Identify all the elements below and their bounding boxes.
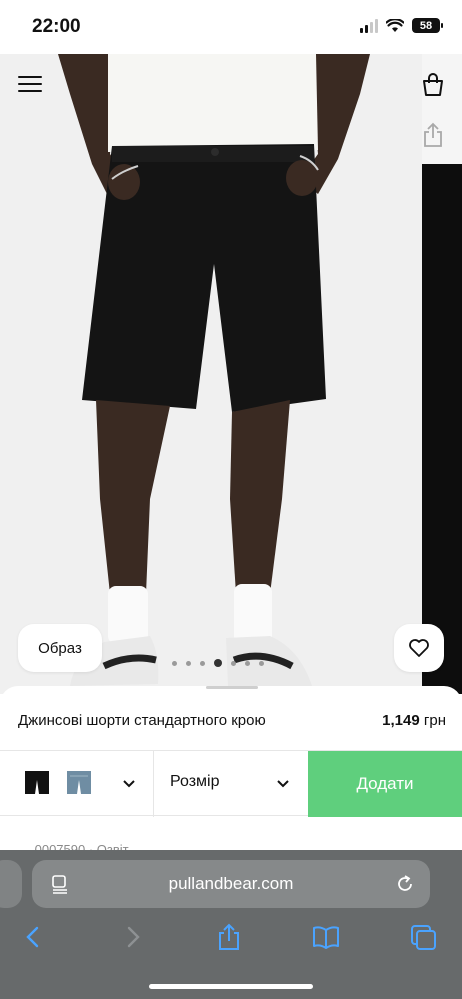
hamburger-menu-icon[interactable] [18, 74, 44, 94]
chevron-down-icon[interactable] [121, 775, 137, 791]
pagination-dot[interactable] [214, 659, 222, 667]
status-icons: 58 [360, 18, 443, 33]
product-price: 1,149 грн [382, 712, 446, 729]
product-name: Джинсові шорти стандартного крою [18, 712, 266, 729]
color-selector[interactable] [0, 751, 154, 817]
next-image-preview[interactable] [422, 54, 462, 694]
pagination-dot[interactable] [245, 660, 250, 666]
battery-level: 58 [419, 19, 433, 32]
battery-icon: 58 [412, 18, 443, 33]
price-value: 1,149 [382, 712, 420, 729]
heart-icon [409, 639, 429, 657]
forward-icon[interactable] [118, 922, 148, 952]
size-label: Розмір [170, 773, 220, 790]
previous-tab-preview[interactable] [0, 860, 22, 908]
color-swatch-black[interactable] [22, 768, 52, 798]
color-swatch-blue[interactable] [64, 768, 94, 798]
pagination-dot[interactable] [186, 660, 191, 666]
url-text: pullandbear.com [168, 874, 294, 893]
tabs-icon[interactable] [408, 922, 438, 952]
size-selector[interactable]: Розмір [154, 751, 308, 817]
share-icon[interactable] [421, 122, 445, 148]
home-indicator[interactable] [149, 984, 313, 989]
favorite-button[interactable] [394, 624, 444, 672]
wifi-icon [386, 18, 404, 32]
share-icon[interactable] [214, 922, 244, 952]
back-icon[interactable] [18, 922, 48, 952]
bookmarks-icon[interactable] [311, 922, 341, 952]
product-image[interactable] [0, 54, 462, 694]
add-to-cart-button[interactable]: Додати [308, 751, 462, 817]
pagination-dot[interactable] [172, 660, 177, 666]
address-bar[interactable]: pullandbear.com [32, 860, 430, 908]
cellular-signal-icon [360, 18, 378, 33]
gallery-pagination[interactable] [172, 659, 264, 667]
price-currency: грн [423, 712, 446, 729]
shopping-bag-icon[interactable] [420, 72, 446, 98]
status-time: 22:00 [32, 16, 81, 37]
reload-icon[interactable] [394, 873, 416, 895]
chevron-down-icon [277, 780, 289, 788]
browser-toolbar: pullandbear.com [0, 850, 462, 999]
model-photo [0, 54, 462, 694]
pagination-dot[interactable] [259, 660, 264, 666]
look-button[interactable]: Образ [18, 624, 102, 672]
sheet-grabber[interactable] [206, 686, 258, 689]
pagination-dot[interactable] [200, 660, 205, 666]
status-bar: 22:00 58 [0, 0, 462, 54]
pagination-dot[interactable] [231, 660, 236, 666]
purchase-row: Розмір Додати [0, 750, 462, 817]
